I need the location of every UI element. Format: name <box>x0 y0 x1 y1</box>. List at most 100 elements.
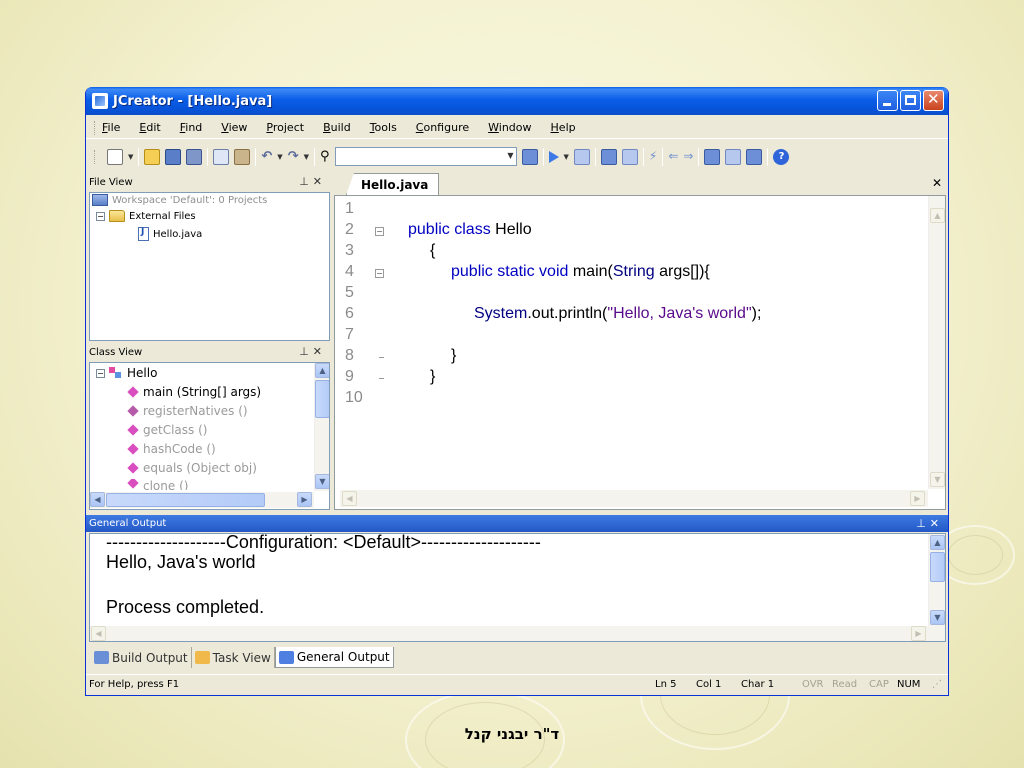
member-item[interactable]: main (String[] args) <box>126 385 261 399</box>
fold-collapse-icon[interactable]: − <box>375 227 384 236</box>
scroll-thumb[interactable] <box>106 493 265 507</box>
identifier: args[]){ <box>654 263 710 280</box>
member-label: hashCode () <box>143 442 216 456</box>
menu-edit[interactable]: Edit <box>139 121 160 134</box>
code-line-4: public static void main(String args[]){ <box>451 263 710 281</box>
panel-pin-close-icon[interactable]: ⊥✕ <box>299 175 326 188</box>
scroll-thumb[interactable] <box>315 380 329 418</box>
help-icon[interactable]: ? <box>773 148 790 165</box>
panel-pin-close-icon[interactable]: ⊥✕ <box>299 345 326 358</box>
find-combo-box[interactable] <box>334 147 517 166</box>
identifier: ); <box>751 305 762 322</box>
redo-icon[interactable]: ↷ <box>288 149 299 165</box>
panel-pin-close-icon[interactable]: ⊥✕ <box>916 517 943 530</box>
class-icon <box>109 367 123 379</box>
scroll-right-button[interactable]: ▶ <box>297 492 312 507</box>
binoculars-icon[interactable]: ⚲ <box>320 149 330 165</box>
dropdown-arrow-icon[interactable]: ▼ <box>128 153 133 161</box>
open-folder-icon[interactable] <box>144 148 161 165</box>
lightning-icon[interactable]: ⚡ <box>649 149 657 165</box>
copy-icon[interactable] <box>213 148 230 165</box>
tile-windows-icon[interactable] <box>746 148 763 165</box>
menu-view[interactable]: View <box>221 121 247 134</box>
external-files-node[interactable]: − External Files <box>96 210 196 222</box>
forward-arrow-icon[interactable]: ⇒ <box>683 149 693 165</box>
back-arrow-icon[interactable]: ⇐ <box>668 149 678 165</box>
undo-icon[interactable]: ↶ <box>261 149 272 165</box>
class-view-vscroll[interactable]: ▲ ▼ <box>314 363 329 491</box>
resize-grip-icon[interactable]: ⋰ <box>932 679 942 690</box>
scroll-right-button[interactable]: ▶ <box>911 626 926 641</box>
method-icon <box>127 479 139 489</box>
dropdown-arrow-icon[interactable]: ▼ <box>304 153 309 161</box>
scroll-thumb[interactable] <box>930 552 945 582</box>
class-browser-icon[interactable] <box>725 148 742 165</box>
find-in-files-icon[interactable] <box>521 148 538 165</box>
scroll-down-button[interactable]: ▼ <box>315 474 329 489</box>
status-char: Char 1 <box>741 679 775 690</box>
menu-help[interactable]: Help <box>551 121 576 134</box>
hello-java-node[interactable]: Hello.java <box>138 227 202 241</box>
menu-tools[interactable]: Tools <box>370 121 397 134</box>
title-bar[interactable]: JCreator - [Hello.java] ✕ <box>86 87 948 115</box>
scroll-down-button[interactable]: ▼ <box>930 472 945 487</box>
scroll-left-button[interactable]: ◀ <box>90 492 105 507</box>
menu-window[interactable]: Window <box>488 121 531 134</box>
close-editor-icon[interactable]: ✕ <box>932 176 942 190</box>
output-console[interactable]: --------------------Configuration: <Defa… <box>89 533 946 642</box>
fold-collapse-icon[interactable]: − <box>375 269 384 278</box>
class-view-hscroll[interactable]: ◀ ▶ <box>90 492 314 508</box>
toolbar-grip[interactable] <box>94 149 96 164</box>
brace: } <box>430 368 436 385</box>
code-editor[interactable]: 1 2 3 4 5 6 7 8 9 10 − − public class He… <box>334 195 946 510</box>
tab-build-output[interactable]: Build Output <box>91 647 192 668</box>
menu-grip[interactable] <box>94 120 96 135</box>
dropdown-arrow-icon[interactable]: ▼ <box>277 153 282 161</box>
scroll-up-button[interactable]: ▲ <box>930 208 945 223</box>
tab-general-output[interactable]: General Output <box>274 647 394 668</box>
member-item[interactable]: equals (Object obj) <box>126 461 257 475</box>
line-number: 3 <box>345 242 354 259</box>
member-item[interactable]: registerNatives () <box>126 404 248 418</box>
execute-file-icon[interactable] <box>573 148 590 165</box>
menu-project[interactable]: Project <box>266 121 304 134</box>
collapse-icon[interactable]: − <box>96 368 105 378</box>
minimize-button[interactable] <box>877 90 898 111</box>
member-item[interactable]: hashCode () <box>126 442 216 456</box>
menu-find[interactable]: Find <box>180 121 203 134</box>
scroll-up-button[interactable]: ▲ <box>930 535 945 550</box>
compile-icon[interactable] <box>600 148 617 165</box>
tab-task-view[interactable]: Task View <box>192 647 275 668</box>
scroll-right-button[interactable]: ▶ <box>910 491 925 506</box>
menu-build[interactable]: Build <box>323 121 351 134</box>
class-hello-node[interactable]: − Hello <box>96 366 157 380</box>
editor-vscroll[interactable]: ▲ ▼ <box>928 196 945 489</box>
member-item[interactable]: clone () <box>126 479 188 490</box>
scroll-down-button[interactable]: ▼ <box>930 610 945 625</box>
tab-label: Build Output <box>112 650 188 665</box>
new-file-icon[interactable] <box>107 148 123 165</box>
menu-file[interactable]: File <box>102 121 120 134</box>
scroll-up-button[interactable]: ▲ <box>315 363 329 378</box>
tab-hello-java[interactable]: Hello.java <box>346 173 440 195</box>
dropdown-arrow-icon[interactable]: ▼ <box>564 153 569 161</box>
workspace-node[interactable]: Workspace 'Default': 0 Projects <box>92 194 267 206</box>
window-layout-icon[interactable] <box>704 148 721 165</box>
scroll-left-button[interactable]: ◀ <box>91 626 106 641</box>
collapse-icon[interactable]: − <box>96 211 105 221</box>
menu-configure[interactable]: Configure <box>416 121 469 134</box>
maximize-button[interactable] <box>900 90 921 111</box>
paste-icon[interactable] <box>234 148 251 165</box>
close-button[interactable]: ✕ <box>923 90 944 111</box>
member-item[interactable]: getClass () <box>126 423 207 437</box>
build-icon[interactable] <box>621 148 638 165</box>
output-vscroll[interactable]: ▲ ▼ <box>928 534 945 626</box>
save-icon[interactable] <box>165 148 182 165</box>
class-hello-label: Hello <box>127 366 158 380</box>
run-icon[interactable] <box>548 150 559 163</box>
save-all-icon[interactable] <box>186 148 203 165</box>
general-output-icon <box>278 650 294 664</box>
output-hscroll[interactable]: ◀ ▶ <box>90 626 945 641</box>
scroll-left-button[interactable]: ◀ <box>342 491 357 506</box>
editor-hscroll[interactable]: ◀ ▶ <box>340 490 928 507</box>
